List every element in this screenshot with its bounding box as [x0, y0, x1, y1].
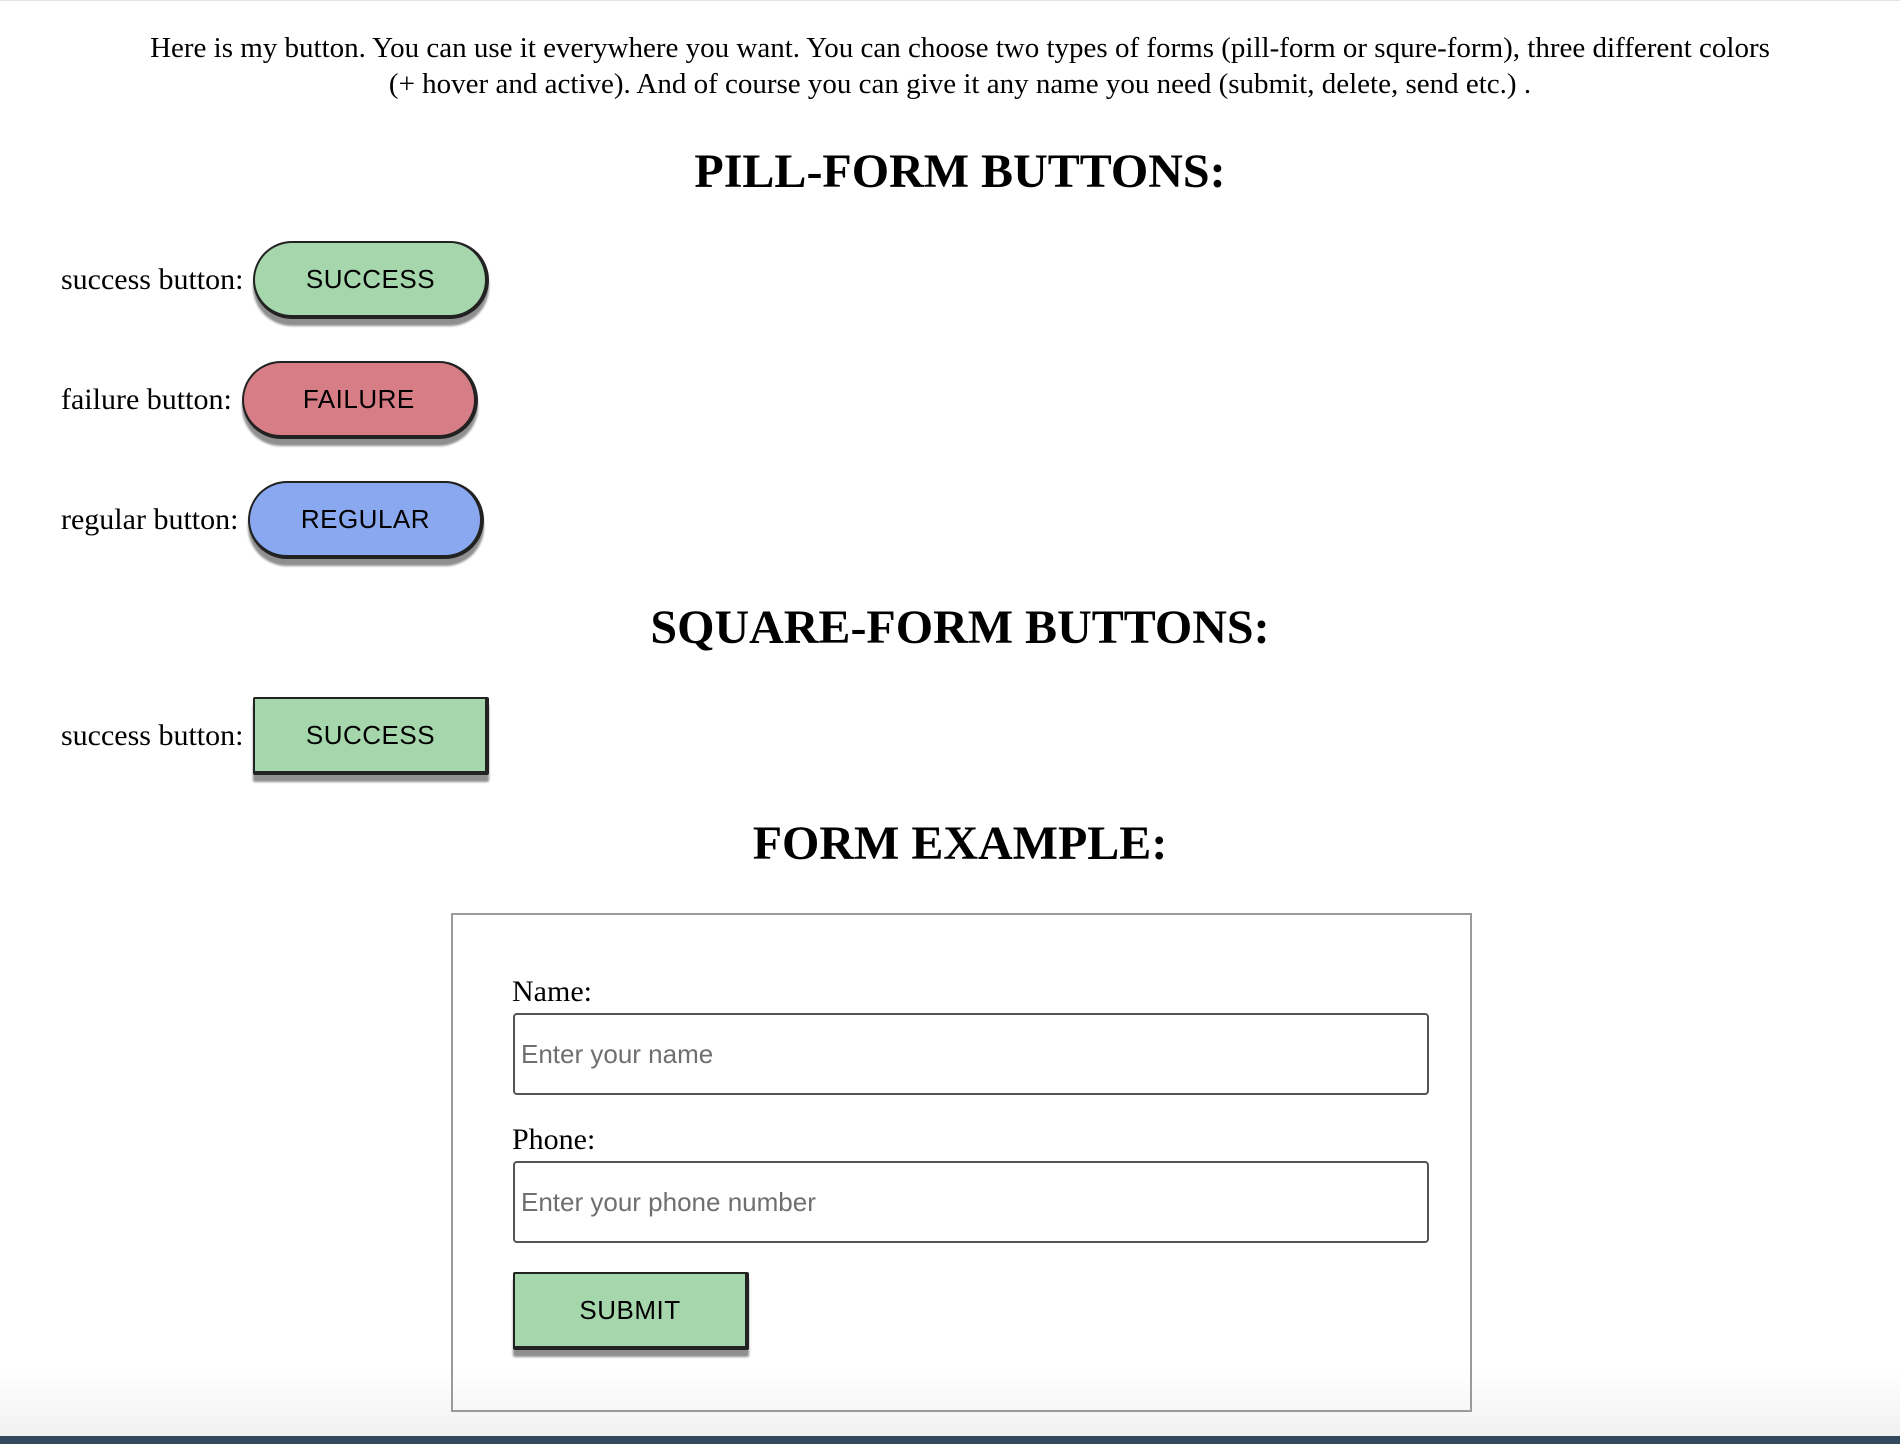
- pill-success-button[interactable]: SUCCESS: [253, 241, 490, 319]
- top-divider: [0, 0, 1900, 1]
- square-success-label: success button:: [61, 719, 244, 752]
- example-form: Name: Phone: SUBMIT: [451, 913, 1472, 1412]
- name-label: Name:: [512, 975, 592, 1008]
- pill-regular-row: regular button: REGULAR: [61, 479, 485, 561]
- pill-success-label: success button:: [61, 263, 244, 296]
- pill-section-title: PILL-FORM BUTTONS:: [694, 145, 1226, 198]
- name-input[interactable]: [513, 1013, 1429, 1095]
- square-success-row: success button: SUCCESS: [61, 695, 490, 777]
- bottom-bar: [0, 1436, 1900, 1444]
- submit-button[interactable]: SUBMIT: [513, 1272, 749, 1350]
- intro-text: Here is my button. You can use it everyw…: [40, 30, 1880, 102]
- square-section-title: SQUARE-FORM BUTTONS:: [650, 601, 1270, 654]
- page: Here is my button. You can use it everyw…: [0, 0, 1900, 1444]
- phone-input[interactable]: [513, 1161, 1429, 1243]
- square-success-button[interactable]: SUCCESS: [253, 697, 490, 775]
- pill-failure-label: failure button:: [61, 383, 232, 416]
- pill-regular-label: regular button:: [61, 503, 239, 536]
- pill-success-row: success button: SUCCESS: [61, 239, 490, 321]
- intro-line-1: Here is my button. You can use it everyw…: [150, 32, 1770, 64]
- pill-regular-button[interactable]: REGULAR: [248, 481, 485, 559]
- pill-failure-button[interactable]: FAILURE: [241, 361, 478, 439]
- intro-line-2: (+ hover and active). And of course you …: [388, 68, 1532, 100]
- submit-wrapper: SUBMIT: [513, 1272, 749, 1350]
- pill-failure-row: failure button: FAILURE: [61, 359, 478, 441]
- phone-label: Phone:: [512, 1123, 596, 1156]
- form-section-title: FORM EXAMPLE:: [752, 817, 1168, 870]
